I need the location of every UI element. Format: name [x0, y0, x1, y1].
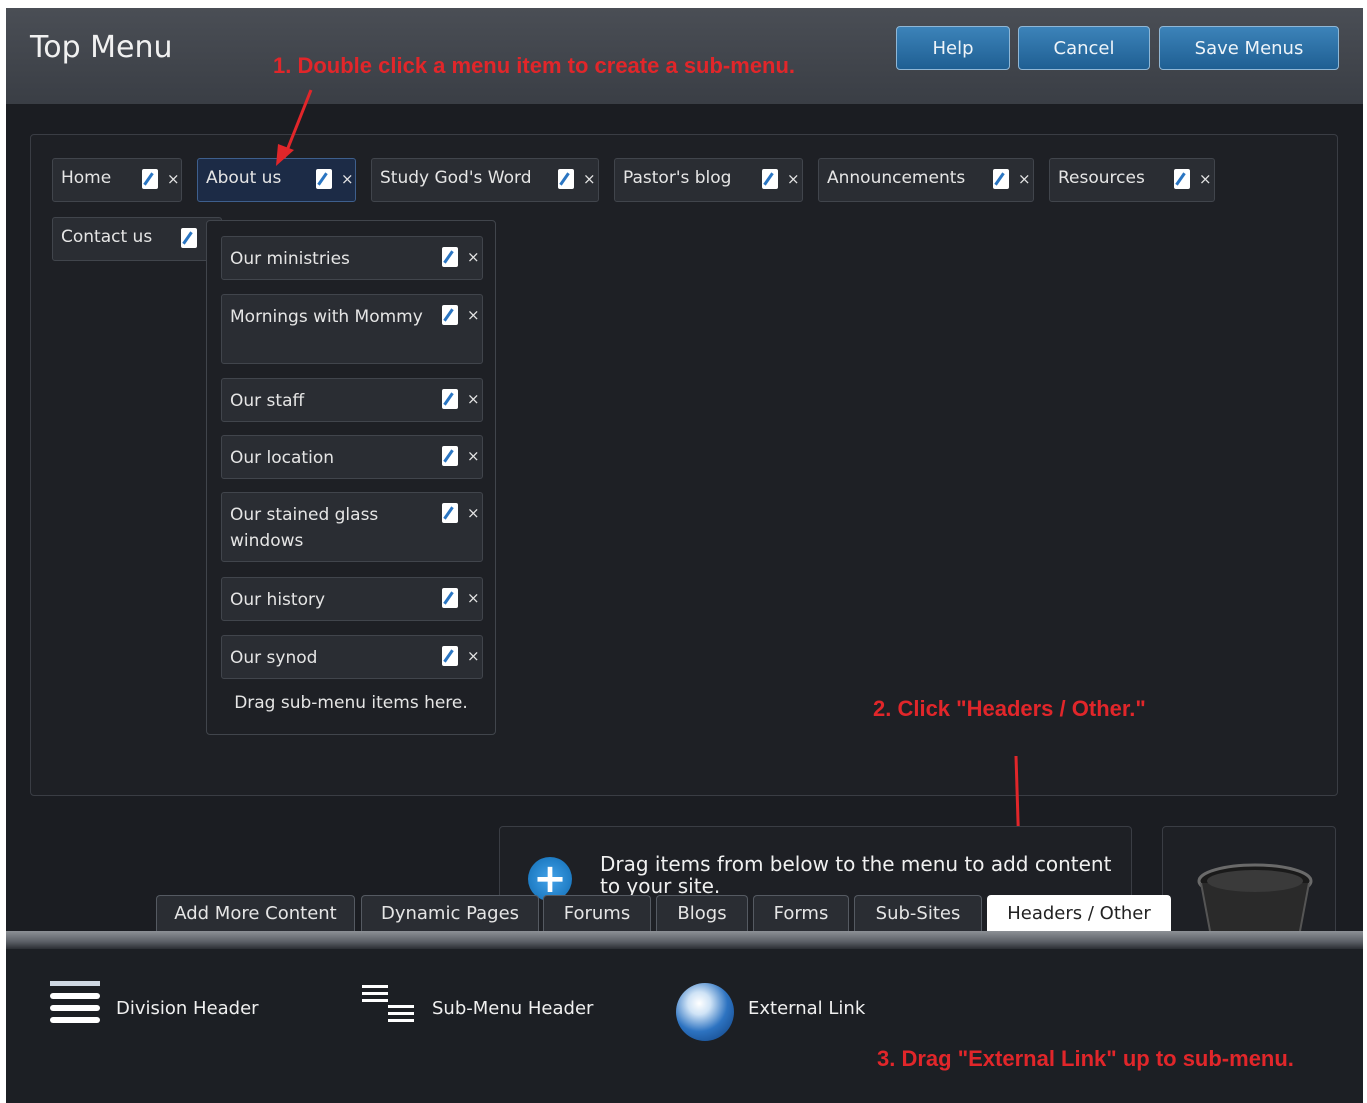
trash-icon — [1197, 863, 1313, 948]
tab-forums[interactable]: Forums — [543, 895, 651, 931]
tab-headers-other[interactable]: Headers / Other — [987, 895, 1171, 931]
content-palette: Division Header Sub-Menu Header External… — [6, 949, 1363, 1103]
menu-editor: Top Menu Help Cancel Save Menus 1. Doubl… — [6, 8, 1363, 1103]
globe-icon — [676, 983, 734, 1041]
division-header-icon — [50, 981, 100, 1025]
tab-forms[interactable]: Forms — [753, 895, 849, 931]
sub-menu-header-icon — [362, 985, 416, 1025]
sub-menu-header-item[interactable]: Sub-Menu Header — [432, 998, 593, 1019]
arrow-head-step-1 — [276, 144, 294, 166]
trash-drop-zone[interactable] — [1162, 826, 1336, 948]
tab-dynamic-pages[interactable]: Dynamic Pages — [361, 895, 539, 931]
annotation-step-2: 2. Click "Headers / Other." — [873, 696, 1146, 721]
panel-divider — [6, 931, 1363, 949]
tab-blogs[interactable]: Blogs — [656, 895, 748, 931]
external-link-item[interactable]: External Link — [748, 998, 865, 1019]
add-content-instructions: Drag items from below to the menu to add… — [600, 852, 1112, 898]
annotation-step-3: 3. Drag "External Link" up to sub-menu. — [877, 1046, 1294, 1071]
division-header-item[interactable]: Division Header — [116, 998, 259, 1019]
tab-add-more-content[interactable]: Add More Content — [156, 895, 355, 931]
tab-sub-sites[interactable]: Sub-Sites — [854, 895, 982, 931]
